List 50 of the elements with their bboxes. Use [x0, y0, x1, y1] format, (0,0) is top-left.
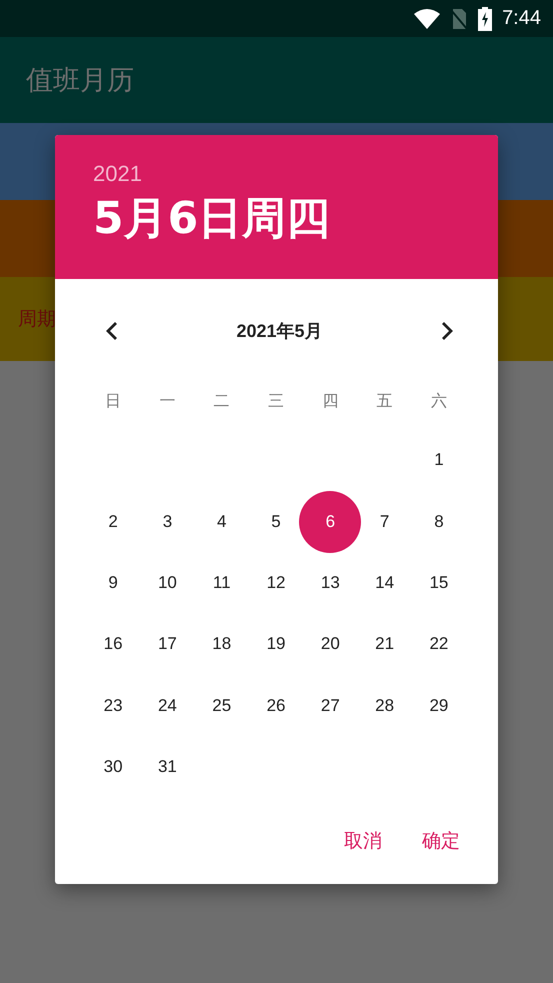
- day-cell[interactable]: 1: [418, 440, 459, 480]
- status-time: 7:44: [502, 7, 541, 30]
- band-label: 周期: [18, 307, 56, 332]
- day-cell[interactable]: 28: [364, 686, 405, 726]
- day-cell[interactable]: 26: [256, 686, 296, 726]
- day-cell[interactable]: 12: [256, 562, 296, 603]
- day-cell[interactable]: 7: [364, 502, 405, 542]
- weekday-label: 三: [268, 390, 284, 412]
- day-cell[interactable]: 25: [202, 686, 242, 726]
- day-cell[interactable]: 15: [418, 562, 459, 603]
- ok-button[interactable]: 确定: [412, 820, 470, 862]
- day-cell[interactable]: 24: [147, 686, 188, 726]
- day-cell[interactable]: 14: [364, 562, 405, 603]
- battery-charging-icon: [478, 6, 492, 30]
- day-cell[interactable]: 6: [299, 490, 362, 552]
- day-cell[interactable]: 9: [93, 562, 134, 603]
- weekday-label: 日: [105, 390, 122, 412]
- cancel-button[interactable]: 取消: [334, 820, 392, 862]
- day-cell[interactable]: 19: [256, 624, 296, 664]
- weekday-label: 五: [376, 390, 393, 412]
- day-cell[interactable]: 3: [147, 502, 188, 542]
- day-cell[interactable]: 10: [147, 562, 188, 603]
- day-cell[interactable]: 21: [364, 624, 405, 664]
- day-cell[interactable]: 31: [147, 747, 188, 788]
- header-date: 5月6日周四: [93, 192, 330, 246]
- day-cell[interactable]: 13: [310, 562, 350, 603]
- day-cell[interactable]: 8: [418, 502, 459, 542]
- app-title: 值班月历: [26, 64, 134, 98]
- weekday-label: 六: [430, 390, 447, 412]
- day-cell[interactable]: 23: [93, 686, 134, 726]
- weekday-label: 一: [159, 390, 176, 412]
- day-cell[interactable]: 20: [310, 624, 350, 664]
- day-cell[interactable]: 22: [418, 624, 459, 664]
- weekday-label: 四: [322, 390, 338, 412]
- day-cell[interactable]: 29: [418, 686, 459, 726]
- previous-month-icon[interactable]: [105, 321, 119, 341]
- next-month-icon[interactable]: [440, 321, 454, 341]
- day-cell[interactable]: 18: [202, 624, 242, 664]
- day-cell[interactable]: 27: [310, 686, 350, 726]
- day-cell[interactable]: 5: [256, 502, 296, 542]
- no-sim-icon: [450, 8, 468, 30]
- day-cell[interactable]: 16: [93, 624, 134, 664]
- day-cell[interactable]: 11: [202, 562, 242, 603]
- wifi-icon: [414, 8, 440, 28]
- weekday-label: 二: [214, 390, 230, 412]
- day-cell[interactable]: 2: [93, 502, 134, 542]
- day-cell[interactable]: 17: [147, 624, 188, 664]
- day-cell[interactable]: 4: [202, 502, 242, 542]
- month-title: 2021年5月: [236, 320, 323, 343]
- day-cell[interactable]: 30: [93, 747, 134, 788]
